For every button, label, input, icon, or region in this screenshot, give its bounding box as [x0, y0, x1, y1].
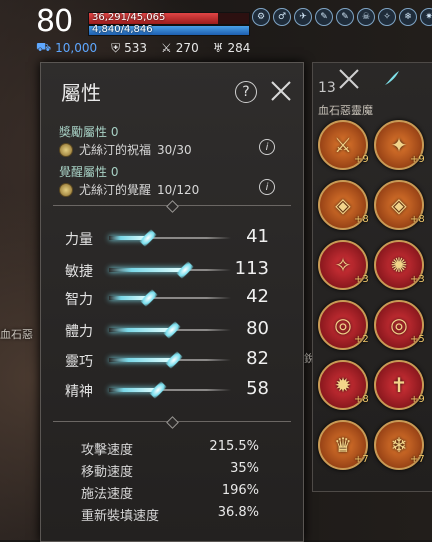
speed-value: 215.5% [209, 439, 259, 454]
help-button[interactable]: ? [235, 81, 257, 103]
speed-name: 攻擊速度 [81, 443, 134, 458]
awaken-attributes-heading: 覺醒屬性 0 [59, 165, 119, 179]
speed-value: 196% [221, 483, 259, 498]
awakening-icon [59, 182, 73, 197]
bonus-attributes-heading: 獎勵屬性 0 [59, 125, 119, 139]
buff-icon[interactable]: ✎ [315, 8, 333, 26]
speed-name: 重新裝填速度 [81, 509, 160, 524]
hud-stats: ⛟ 10,000 ⛨ 533 ⚔ 270 ♅ 284 [36, 40, 250, 56]
attribute-bar [109, 291, 231, 305]
awaken-item: 尤絲汀的覺醒 10/120 [59, 181, 199, 198]
close-icon[interactable] [269, 79, 293, 103]
buff-icon[interactable]: ♂ [273, 8, 291, 26]
equipment-count: 13 [318, 80, 336, 96]
attribute-value: 80 [246, 318, 269, 339]
attributes-panel: 屬性 ? 獎勵屬性 0 尤絲汀的祝福 30/30 i 覺醒屬性 0 尤絲汀的覺醒… [40, 62, 304, 542]
health-text: 36,291/45,065 [92, 12, 166, 23]
speed-name: 移動速度 [81, 465, 134, 480]
attribute-value: 42 [246, 286, 269, 307]
attribute-bar [109, 231, 231, 245]
attribute-value: 58 [246, 378, 269, 399]
buff-bar: ⚙ ♂ ✈ ✎ ✎ ☠ ✧ ❄ ✷ [252, 8, 432, 26]
buff-icon[interactable]: ✈ [294, 8, 312, 26]
resist-stat: ♅ 284 [212, 41, 251, 55]
attribute-value: 41 [246, 226, 269, 247]
gold-stat: ⛟ 10,000 [36, 40, 98, 55]
crossed-swords-icon[interactable] [338, 68, 360, 90]
attribute-bar [109, 263, 231, 277]
mana-bar: 4,840/4,846 [88, 24, 250, 36]
attribute-name: 敏捷 [65, 264, 93, 280]
attribute-name: 體力 [65, 324, 93, 340]
buff-icon[interactable]: ✷ [420, 8, 432, 26]
enhance-level: +7 [410, 454, 425, 465]
enhance-level: +5 [410, 334, 425, 345]
panel-title: 屬性 [61, 81, 101, 105]
speed-name: 施法速度 [81, 487, 134, 502]
awaken-info-icon[interactable]: i [259, 179, 275, 195]
equipment-subtitle: 血石惡靈魔 [318, 104, 373, 117]
attribute-name: 力量 [65, 232, 93, 248]
enhance-level: +3 [354, 274, 369, 285]
gold-icon: ⛟ [36, 40, 52, 54]
enhance-level: +8 [354, 394, 369, 405]
buff-icon[interactable]: ☠ [357, 8, 375, 26]
enhance-level: +8 [354, 214, 369, 225]
attribute-name: 精神 [65, 384, 93, 400]
shield-icon: ⛨ [111, 40, 121, 55]
divider-gem [166, 200, 179, 213]
speed-value: 36.8% [217, 505, 259, 520]
enhance-level: +2 [354, 334, 369, 345]
bonus-info-icon[interactable]: i [259, 139, 275, 155]
attribute-name: 智力 [65, 292, 93, 308]
enhance-level: +9 [410, 394, 425, 405]
resist-icon: ♅ [212, 41, 224, 55]
attribute-bar [109, 323, 231, 337]
buff-icon[interactable]: ✧ [378, 8, 396, 26]
scene-label-left: 血石惡 [0, 328, 33, 341]
enhance-level: +8 [410, 214, 425, 225]
attribute-value: 82 [246, 348, 269, 369]
attribute-bar [109, 383, 231, 397]
divider-gem [166, 416, 179, 429]
attack-stat: ⚔ 270 [161, 41, 199, 55]
bonus-item: 尤絲汀的祝福 30/30 [59, 141, 192, 158]
blessing-icon [59, 142, 73, 157]
buff-icon[interactable]: ✎ [336, 8, 354, 26]
enhance-level: +7 [354, 454, 369, 465]
attribute-name: 靈巧 [65, 354, 93, 370]
speed-value: 35% [230, 461, 259, 476]
attribute-bar [109, 353, 231, 367]
buff-icon[interactable]: ⚙ [252, 8, 270, 26]
enhance-level: +3 [410, 274, 425, 285]
player-level: 80 [36, 4, 73, 39]
sword-icon: ⚔ [161, 41, 172, 55]
enhance-level: +9 [410, 154, 425, 165]
enhance-level: +9 [354, 154, 369, 165]
defense-stat: ⛨ 533 [111, 40, 148, 56]
feather-icon[interactable] [382, 68, 402, 88]
attribute-value: 113 [234, 258, 269, 279]
buff-icon[interactable]: ❄ [399, 8, 417, 26]
mana-text: 4,840/4,846 [92, 24, 153, 35]
